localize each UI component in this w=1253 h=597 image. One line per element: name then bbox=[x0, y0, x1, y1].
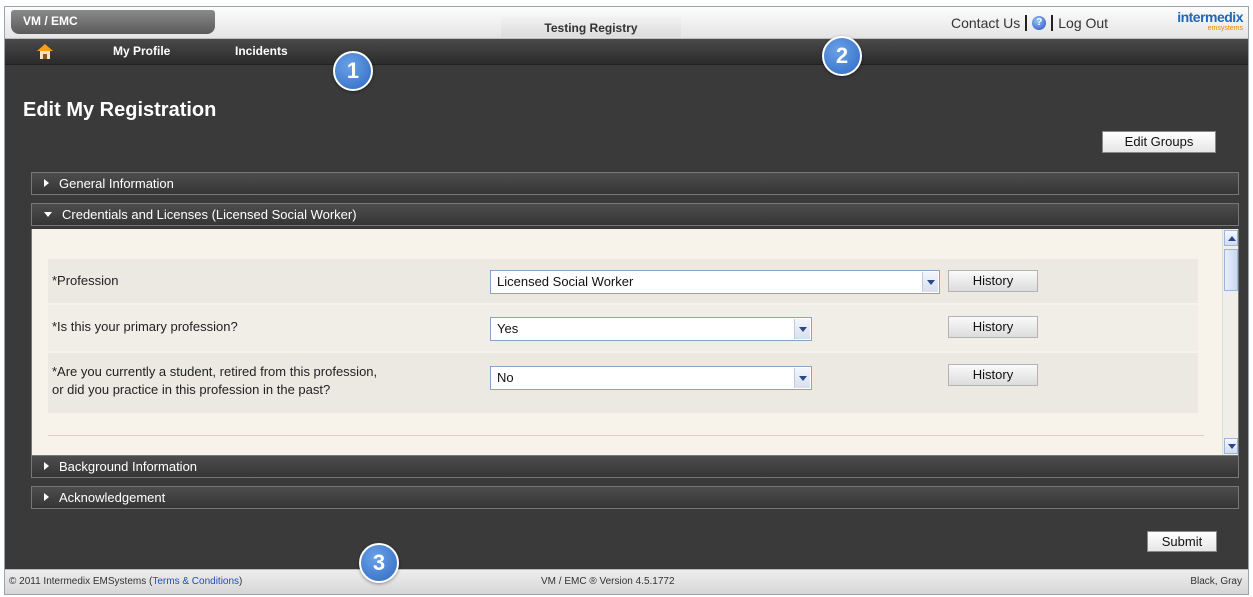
main-nav: My Profile Incidents bbox=[5, 39, 1248, 65]
chevron-down-icon[interactable] bbox=[794, 368, 810, 388]
student-retired-select[interactable]: No bbox=[490, 366, 812, 390]
form-row-profession: *Profession Licensed Social Worker Histo… bbox=[48, 259, 1198, 303]
callout-badge-3: 3 bbox=[359, 543, 399, 583]
footer: © 2011 Intermedix EMSystems (Terms & Con… bbox=[5, 569, 1248, 594]
collapse-icon bbox=[44, 212, 52, 217]
credentials-panel: *Profession Licensed Social Worker Histo… bbox=[31, 229, 1239, 455]
student-retired-label: *Are you currently a student, retired fr… bbox=[52, 364, 378, 397]
form-row-student-retired: *Are you currently a student, retired fr… bbox=[48, 353, 1198, 413]
scroll-thumb[interactable] bbox=[1224, 249, 1238, 291]
home-icon[interactable] bbox=[37, 44, 53, 59]
primary-profession-value: Yes bbox=[497, 321, 519, 336]
submit-button[interactable]: Submit bbox=[1147, 531, 1217, 552]
nav-item-incidents[interactable]: Incidents bbox=[235, 44, 288, 58]
history-button[interactable]: History bbox=[948, 270, 1038, 292]
link-separator bbox=[1051, 15, 1054, 31]
profession-value: Licensed Social Worker bbox=[497, 274, 634, 289]
app-frame: VM / EMC Testing Registry Contact Us ? L… bbox=[4, 6, 1249, 595]
expand-icon bbox=[44, 462, 49, 470]
top-header: VM / EMC Testing Registry Contact Us ? L… bbox=[5, 7, 1248, 39]
divider bbox=[48, 435, 1204, 436]
section-label: Acknowledgement bbox=[59, 490, 166, 505]
primary-profession-select[interactable]: Yes bbox=[490, 317, 812, 341]
copyright: © 2011 Intermedix EMSystems (Terms & Con… bbox=[9, 576, 243, 587]
chevron-down-icon[interactable] bbox=[794, 319, 810, 339]
section-acknowledgement[interactable]: Acknowledgement bbox=[31, 486, 1239, 509]
student-retired-value: No bbox=[497, 370, 514, 385]
callout-badge-1: 1 bbox=[333, 51, 373, 91]
chevron-down-icon[interactable] bbox=[922, 272, 938, 292]
brand-name: intermedix bbox=[1177, 9, 1243, 25]
section-credentials-licenses[interactable]: Credentials and Licenses (Licensed Socia… bbox=[31, 203, 1239, 226]
callout-badge-2: 2 bbox=[822, 36, 862, 76]
brand-subtitle: emsystems bbox=[1207, 25, 1243, 32]
section-background-information[interactable]: Background Information bbox=[31, 455, 1239, 478]
nav-item-my-profile[interactable]: My Profile bbox=[113, 44, 170, 58]
brand-logo: intermedix emsystems bbox=[1161, 9, 1243, 33]
section-general-information[interactable]: General Information bbox=[31, 172, 1239, 195]
link-separator bbox=[1025, 15, 1028, 31]
edit-groups-button[interactable]: Edit Groups bbox=[1102, 131, 1216, 153]
profession-select[interactable]: Licensed Social Worker bbox=[490, 270, 940, 294]
theme-text: Black, Gray bbox=[1190, 576, 1242, 587]
history-button[interactable]: History bbox=[948, 316, 1038, 338]
primary-profession-label: *Is this your primary profession? bbox=[52, 319, 238, 334]
form-row-primary-profession: *Is this your primary profession? Yes Hi… bbox=[48, 305, 1198, 351]
scroll-down-icon[interactable] bbox=[1224, 438, 1238, 454]
expand-icon bbox=[44, 179, 49, 187]
contact-us-link[interactable]: Contact Us bbox=[951, 15, 1020, 31]
section-label: General Information bbox=[59, 176, 174, 191]
registry-title: Testing Registry bbox=[501, 17, 681, 37]
scrollbar[interactable] bbox=[1222, 229, 1238, 455]
scroll-up-icon[interactable] bbox=[1224, 230, 1238, 246]
app-tab[interactable]: VM / EMC bbox=[11, 10, 215, 34]
help-icon[interactable]: ? bbox=[1032, 16, 1047, 30]
page-title: Edit My Registration bbox=[23, 99, 217, 121]
profession-label: *Profession bbox=[52, 273, 119, 288]
top-links: Contact Us ? Log Out bbox=[951, 15, 1108, 31]
expand-icon bbox=[44, 493, 49, 501]
terms-link[interactable]: Terms & Conditions bbox=[152, 576, 239, 587]
section-label: Credentials and Licenses (Licensed Socia… bbox=[62, 207, 357, 222]
history-button[interactable]: History bbox=[948, 364, 1038, 386]
section-label: Background Information bbox=[59, 459, 198, 474]
log-out-link[interactable]: Log Out bbox=[1058, 15, 1108, 31]
version-text: VM / EMC ® Version 4.5.1772 bbox=[541, 576, 675, 587]
